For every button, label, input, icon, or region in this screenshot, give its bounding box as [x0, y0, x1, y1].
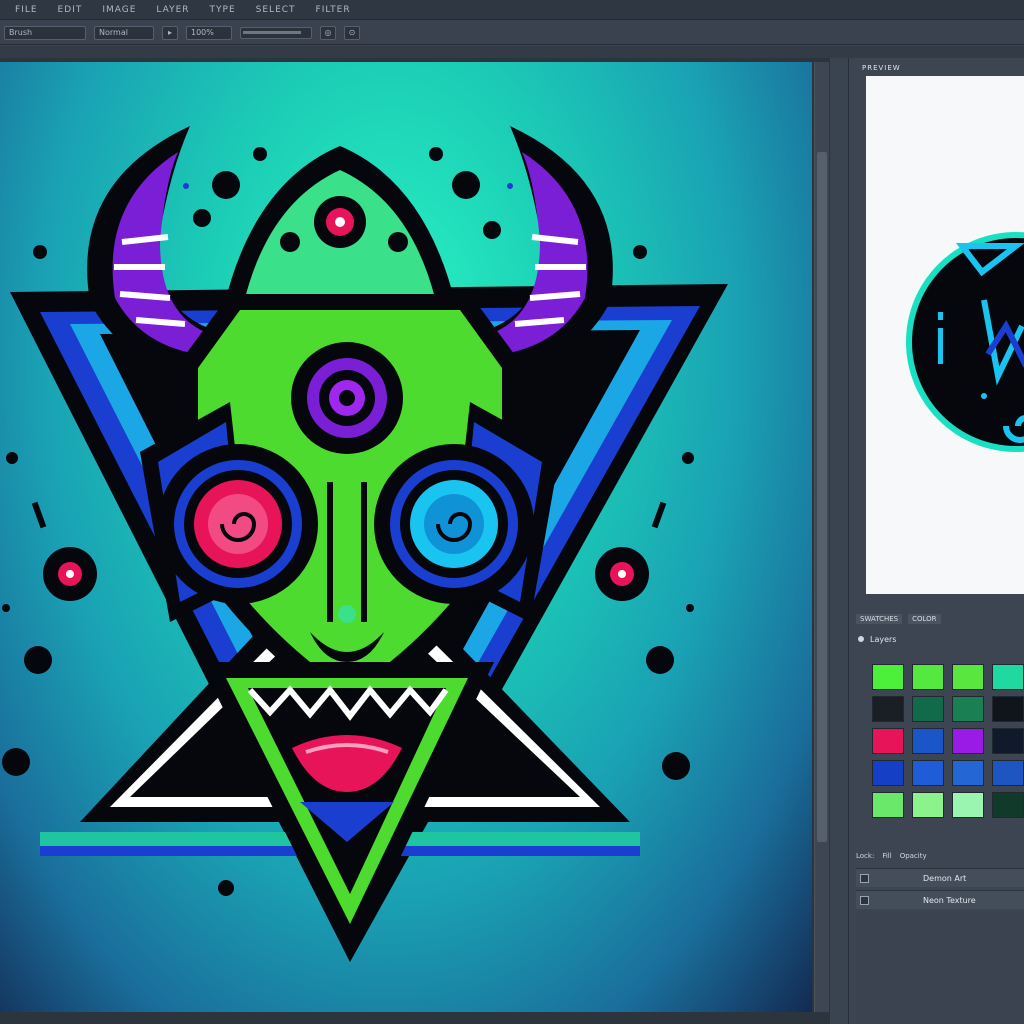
color-swatch[interactable]: [912, 760, 944, 786]
tab-swatches[interactable]: SWATCHES: [856, 614, 903, 624]
color-swatch[interactable]: [872, 696, 904, 722]
color-swatch[interactable]: [912, 728, 944, 754]
color-swatch[interactable]: [952, 664, 984, 690]
color-swatch[interactable]: [912, 792, 944, 818]
demon-mask-artwork: [2, 126, 728, 962]
swatch-label-row: Layers: [858, 632, 896, 646]
preview-tab-label: PREVIEW: [862, 64, 901, 72]
layer-name: Neon Texture: [923, 895, 976, 905]
menu-bar: FILE EDIT IMAGE LAYER TYPE SELECT FILTER: [0, 0, 1024, 20]
color-swatch[interactable]: [992, 792, 1024, 818]
color-swatch[interactable]: [872, 760, 904, 786]
options-toolbar: Brush Normal ▸ 100% ◎ ⊙: [0, 21, 1024, 45]
layer-visibility-checkbox[interactable]: [860, 895, 869, 905]
color-swatch[interactable]: [992, 728, 1024, 754]
airbrush-toggle[interactable]: ▸: [162, 25, 178, 40]
pressure-icon[interactable]: ◎: [320, 25, 336, 40]
preview-tab[interactable]: PREVIEW: [862, 62, 901, 74]
color-swatch[interactable]: [952, 728, 984, 754]
fill-label: Fill: [882, 852, 892, 860]
menu-image[interactable]: IMAGE: [99, 3, 139, 17]
color-swatch[interactable]: [912, 664, 944, 690]
layer-row[interactable]: Neon Texture: [856, 890, 1024, 909]
panel-empty-area: [856, 910, 1024, 1024]
lock-label: Lock:: [856, 852, 875, 860]
scrollbar-thumb[interactable]: [817, 152, 827, 842]
panel-dot-icon: [858, 636, 864, 642]
brush-preset-dropdown[interactable]: Brush: [4, 25, 86, 40]
canvas-vertical-scrollbar[interactable]: [814, 62, 829, 1012]
layer-visibility-checkbox[interactable]: [860, 873, 869, 883]
tab-color[interactable]: COLOR: [908, 614, 941, 624]
color-swatch[interactable]: [992, 696, 1024, 722]
color-swatch[interactable]: [872, 728, 904, 754]
size-field[interactable]: 100%: [186, 25, 232, 40]
menu-edit[interactable]: EDIT: [55, 3, 86, 17]
menu-file[interactable]: FILE: [12, 3, 41, 17]
swatch-grid: [872, 664, 1024, 826]
toolbar-strip: [0, 46, 1024, 58]
brush-preset-label: Brush: [9, 28, 33, 37]
layer-row[interactable]: Demon Art: [856, 868, 1024, 887]
color-swatch[interactable]: [952, 696, 984, 722]
color-swatch[interactable]: [992, 760, 1024, 786]
menu-type[interactable]: TYPE: [207, 3, 239, 17]
color-swatch[interactable]: [872, 664, 904, 690]
preview-thumbnail: [866, 76, 1024, 594]
menu-select[interactable]: SELECT: [253, 3, 299, 17]
canvas[interactable]: [0, 62, 812, 1012]
opacity-label: Opacity: [899, 852, 927, 860]
color-swatch[interactable]: [952, 760, 984, 786]
flow-slider[interactable]: [240, 26, 312, 39]
menu-layer[interactable]: LAYER: [153, 3, 192, 17]
symmetry-icon[interactable]: ⊙: [344, 25, 360, 40]
blend-mode-label: Normal: [99, 28, 128, 37]
color-swatch[interactable]: [952, 792, 984, 818]
color-swatch[interactable]: [912, 696, 944, 722]
menu-filter[interactable]: FILTER: [313, 3, 354, 17]
swatches-panel-tabs: SWATCHES COLOR: [856, 612, 1024, 626]
size-value: 100%: [191, 28, 214, 37]
blend-mode-dropdown[interactable]: Normal: [94, 25, 154, 40]
layer-options-row: Lock: Fill Opacity: [856, 850, 1024, 862]
preview-emblem: [906, 232, 1024, 452]
swatch-label: Layers: [870, 634, 897, 644]
layer-name: Demon Art: [923, 873, 967, 883]
color-swatch[interactable]: [872, 792, 904, 818]
color-swatch[interactable]: [992, 664, 1024, 690]
